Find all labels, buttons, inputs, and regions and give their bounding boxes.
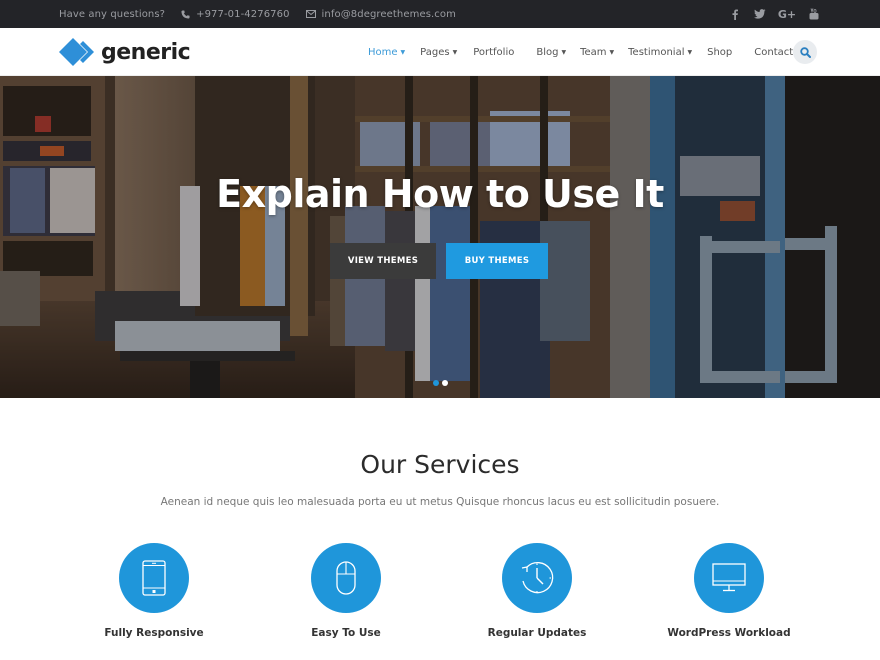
- phone-info[interactable]: +977-01-4276760: [181, 9, 289, 20]
- buy-themes-button[interactable]: BUY THEMES: [446, 243, 548, 279]
- tablet-icon: [142, 560, 166, 596]
- site-header: generic Home ▼ Pages ▼ Portfolio Blog ▼ …: [0, 28, 880, 76]
- phone-number: +977-01-4276760: [196, 8, 290, 20]
- service-name: WordPress Workload: [667, 627, 791, 639]
- hero-title: Explain How to Use It: [216, 172, 664, 216]
- youtube-icon[interactable]: [808, 8, 820, 20]
- service-icon-circle: [119, 543, 189, 613]
- service-item[interactable]: Fully Responsive: [64, 543, 244, 639]
- service-icon-circle: [502, 543, 572, 613]
- questions-text: Have any questions?: [59, 9, 165, 20]
- main-nav: Home ▼ Pages ▼ Portfolio Blog ▼ Team ▼ T…: [368, 28, 809, 76]
- nav-pages[interactable]: Pages ▼: [420, 47, 457, 58]
- questions-label: Have any questions?: [59, 8, 166, 20]
- view-themes-button[interactable]: VIEW THEMES: [330, 243, 436, 279]
- logo-text: generic: [101, 39, 191, 65]
- slider-dot-2[interactable]: [442, 380, 448, 386]
- phone-icon: [181, 9, 190, 19]
- nav-testimonial[interactable]: Testimonial ▼: [628, 47, 692, 58]
- service-item[interactable]: Easy To Use: [256, 543, 436, 639]
- slider-pagination: [433, 380, 451, 386]
- hero-slider: Explain How to Use It VIEW THEMES BUY TH…: [0, 76, 880, 398]
- google-plus-icon[interactable]: G+: [777, 7, 797, 21]
- clock-refresh-icon: [521, 561, 554, 594]
- nav-testimonial-label: Testimonial: [628, 46, 685, 58]
- chevron-down-icon: ▼: [609, 48, 615, 56]
- hero-overlay: [0, 76, 880, 398]
- social-links: G+: [716, 0, 820, 28]
- search-button[interactable]: [793, 40, 817, 64]
- mouse-icon: [336, 561, 356, 595]
- email-info[interactable]: info@8degreethemes.com: [305, 8, 456, 20]
- nav-pages-label: Pages: [420, 46, 450, 58]
- search-icon: [799, 46, 811, 58]
- chevron-down-icon: ▼: [561, 48, 567, 56]
- nav-blog[interactable]: Blog ▼: [536, 47, 566, 58]
- envelope-icon: [305, 10, 316, 18]
- facebook-icon[interactable]: [729, 8, 741, 20]
- nav-portfolio[interactable]: Portfolio: [473, 47, 514, 58]
- nav-team[interactable]: Team ▼: [580, 47, 614, 58]
- email-address: info@8degreethemes.com: [321, 8, 456, 20]
- service-icon-circle: [694, 543, 764, 613]
- nav-home[interactable]: Home ▼: [368, 47, 405, 58]
- service-item[interactable]: Regular Updates: [447, 543, 627, 639]
- nav-home-label: Home: [368, 46, 398, 58]
- service-item[interactable]: WordPress Workload: [639, 543, 819, 639]
- chevron-down-icon: ▼: [687, 48, 693, 56]
- nav-team-label: Team: [580, 46, 607, 58]
- nav-blog-label: Blog: [536, 46, 559, 58]
- services-heading: Our Services: [360, 450, 520, 479]
- twitter-icon[interactable]: [754, 8, 766, 20]
- slider-dot-1[interactable]: [433, 380, 439, 386]
- monitor-icon: [712, 563, 746, 592]
- chevron-down-icon: ▼: [400, 48, 406, 56]
- nav-shop-label: Shop: [707, 46, 733, 58]
- nav-portfolio-label: Portfolio: [473, 46, 515, 58]
- logo-mark-icon: [59, 38, 94, 66]
- top-bar: Have any questions? +977-01-4276760 info…: [0, 0, 880, 28]
- google-plus-glyph: G+: [777, 7, 797, 21]
- contact-info: Have any questions? +977-01-4276760 info…: [59, 0, 472, 28]
- service-name: Easy To Use: [311, 627, 381, 639]
- service-name: Regular Updates: [487, 627, 587, 639]
- nav-shop[interactable]: Shop: [707, 47, 732, 58]
- service-name: Fully Responsive: [104, 627, 204, 639]
- service-icon-circle: [311, 543, 381, 613]
- services-subtitle: Aenean id neque quis leo malesuada porta…: [160, 496, 720, 508]
- site-logo[interactable]: generic: [59, 37, 191, 67]
- chevron-down-icon: ▼: [452, 48, 458, 56]
